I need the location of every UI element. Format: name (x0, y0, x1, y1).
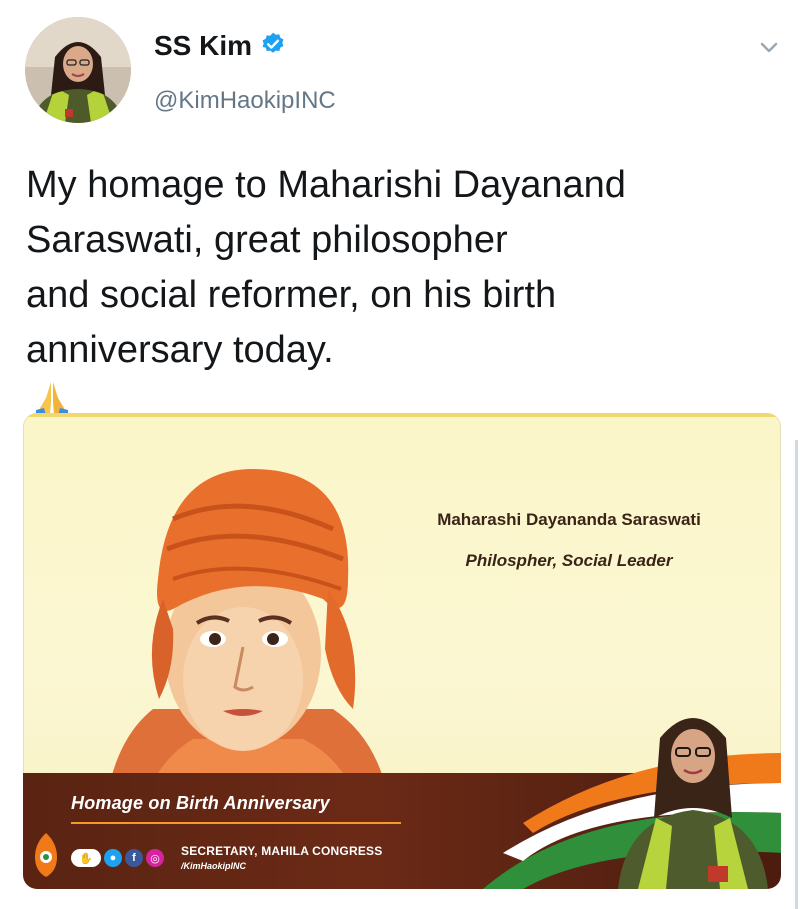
tweet-text: My homage to Maharishi Dayanand Saraswat… (26, 158, 766, 434)
kim-haokip-photo (608, 698, 778, 889)
social-icons-row: ✋ ● f ◎ (71, 849, 164, 867)
author-handle[interactable]: @KimHaokipINC (154, 87, 336, 115)
card-caption-title: Maharashi Dayananda Saraswati (437, 510, 701, 529)
secretary-handle: /KimHaokipINC (181, 861, 247, 871)
tweet-text-line-last: anniversary today. (26, 329, 334, 371)
tweet-text-line: and social reformer, on his birth (26, 274, 557, 316)
secretary-title: SECRETARY, MAHILA CONGRESS (181, 844, 383, 858)
tweet-media-card[interactable]: Maharashi Dayananda Saraswati Philospher… (23, 413, 781, 889)
chevron-down-icon[interactable] (756, 38, 782, 58)
band-divider (71, 822, 401, 824)
verified-badge-icon (260, 31, 286, 62)
card-caption-subtitle: Philospher, Social Leader (465, 551, 673, 570)
tweet-text-line: My homage to Maharishi Dayanand (26, 164, 626, 206)
band-title: Homage on Birth Anniversary (71, 793, 330, 813)
congress-logo-icon: ✋ (71, 849, 101, 867)
twitter-icon: ● (104, 849, 122, 867)
scrollbar-edge (795, 440, 798, 909)
tweet-text-line: Saraswati, great philosopher (26, 219, 508, 261)
congress-hand-logo-icon (33, 831, 59, 879)
avatar[interactable] (25, 17, 131, 123)
card-top-border (23, 413, 781, 417)
author-name[interactable]: SS Kim (154, 30, 252, 62)
facebook-icon: f (125, 849, 143, 867)
instagram-icon: ◎ (146, 849, 164, 867)
